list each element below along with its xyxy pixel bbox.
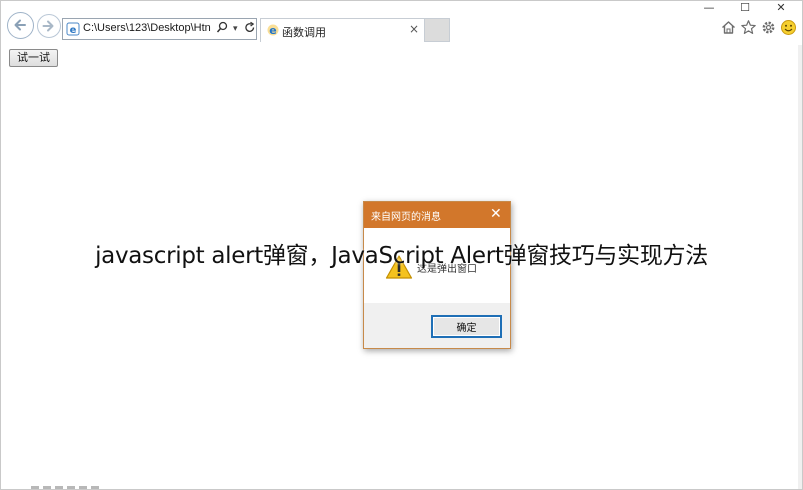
- status-bar-fragment: [31, 486, 101, 489]
- refresh-icon[interactable]: [244, 21, 256, 39]
- forward-arrow-icon: [42, 20, 54, 32]
- ie-favicon-icon: e: [267, 24, 279, 37]
- ie-favicon-icon: e: [66, 22, 80, 36]
- maximize-button[interactable]: ☐: [727, 1, 763, 15]
- svg-text:e: e: [269, 24, 276, 37]
- tab-function-call[interactable]: e 函数调用 ×: [260, 18, 425, 42]
- dialog-title: 来自网页的消息: [371, 212, 441, 223]
- back-arrow-icon: [14, 19, 26, 31]
- dialog-footer: 确定: [364, 303, 510, 348]
- close-window-button[interactable]: ✕: [763, 1, 799, 15]
- browser-window: e C:\Users\123\Desktop\Htn ▾ e 函数调用 × — …: [0, 0, 803, 490]
- search-icon[interactable]: [216, 21, 228, 39]
- address-bar[interactable]: e C:\Users\123\Desktop\Htn ▾: [62, 18, 257, 40]
- alert-dialog: 来自网页的消息 ✕ 这是弹出窗口 确定: [363, 201, 511, 349]
- back-button[interactable]: [7, 12, 34, 39]
- smiley-icon[interactable]: [780, 19, 797, 36]
- tab-title: 函数调用: [282, 26, 326, 39]
- vertical-scrollbar[interactable]: [798, 45, 802, 489]
- ok-button[interactable]: 确定: [431, 315, 502, 338]
- home-icon[interactable]: [720, 19, 737, 36]
- dialog-close-icon[interactable]: ✕: [490, 205, 502, 223]
- star-icon[interactable]: [740, 19, 757, 36]
- address-text[interactable]: C:\Users\123\Desktop\Htn: [83, 22, 215, 34]
- browser-chrome: e C:\Users\123\Desktop\Htn ▾ e 函数调用 × — …: [1, 1, 802, 45]
- new-tab-button[interactable]: [425, 18, 450, 42]
- try-it-button[interactable]: 试一试: [9, 49, 58, 67]
- dialog-message: 这是弹出窗口: [417, 264, 477, 275]
- address-dropdown-icon[interactable]: ▾: [233, 21, 238, 37]
- tab-close-icon[interactable]: ×: [409, 22, 419, 36]
- forward-button[interactable]: [37, 14, 61, 38]
- gear-icon[interactable]: [760, 19, 777, 36]
- svg-text:e: e: [70, 25, 77, 36]
- dialog-titlebar: 来自网页的消息 ✕: [364, 202, 510, 228]
- warning-icon: [385, 255, 413, 279]
- minimize-button[interactable]: —: [691, 1, 727, 15]
